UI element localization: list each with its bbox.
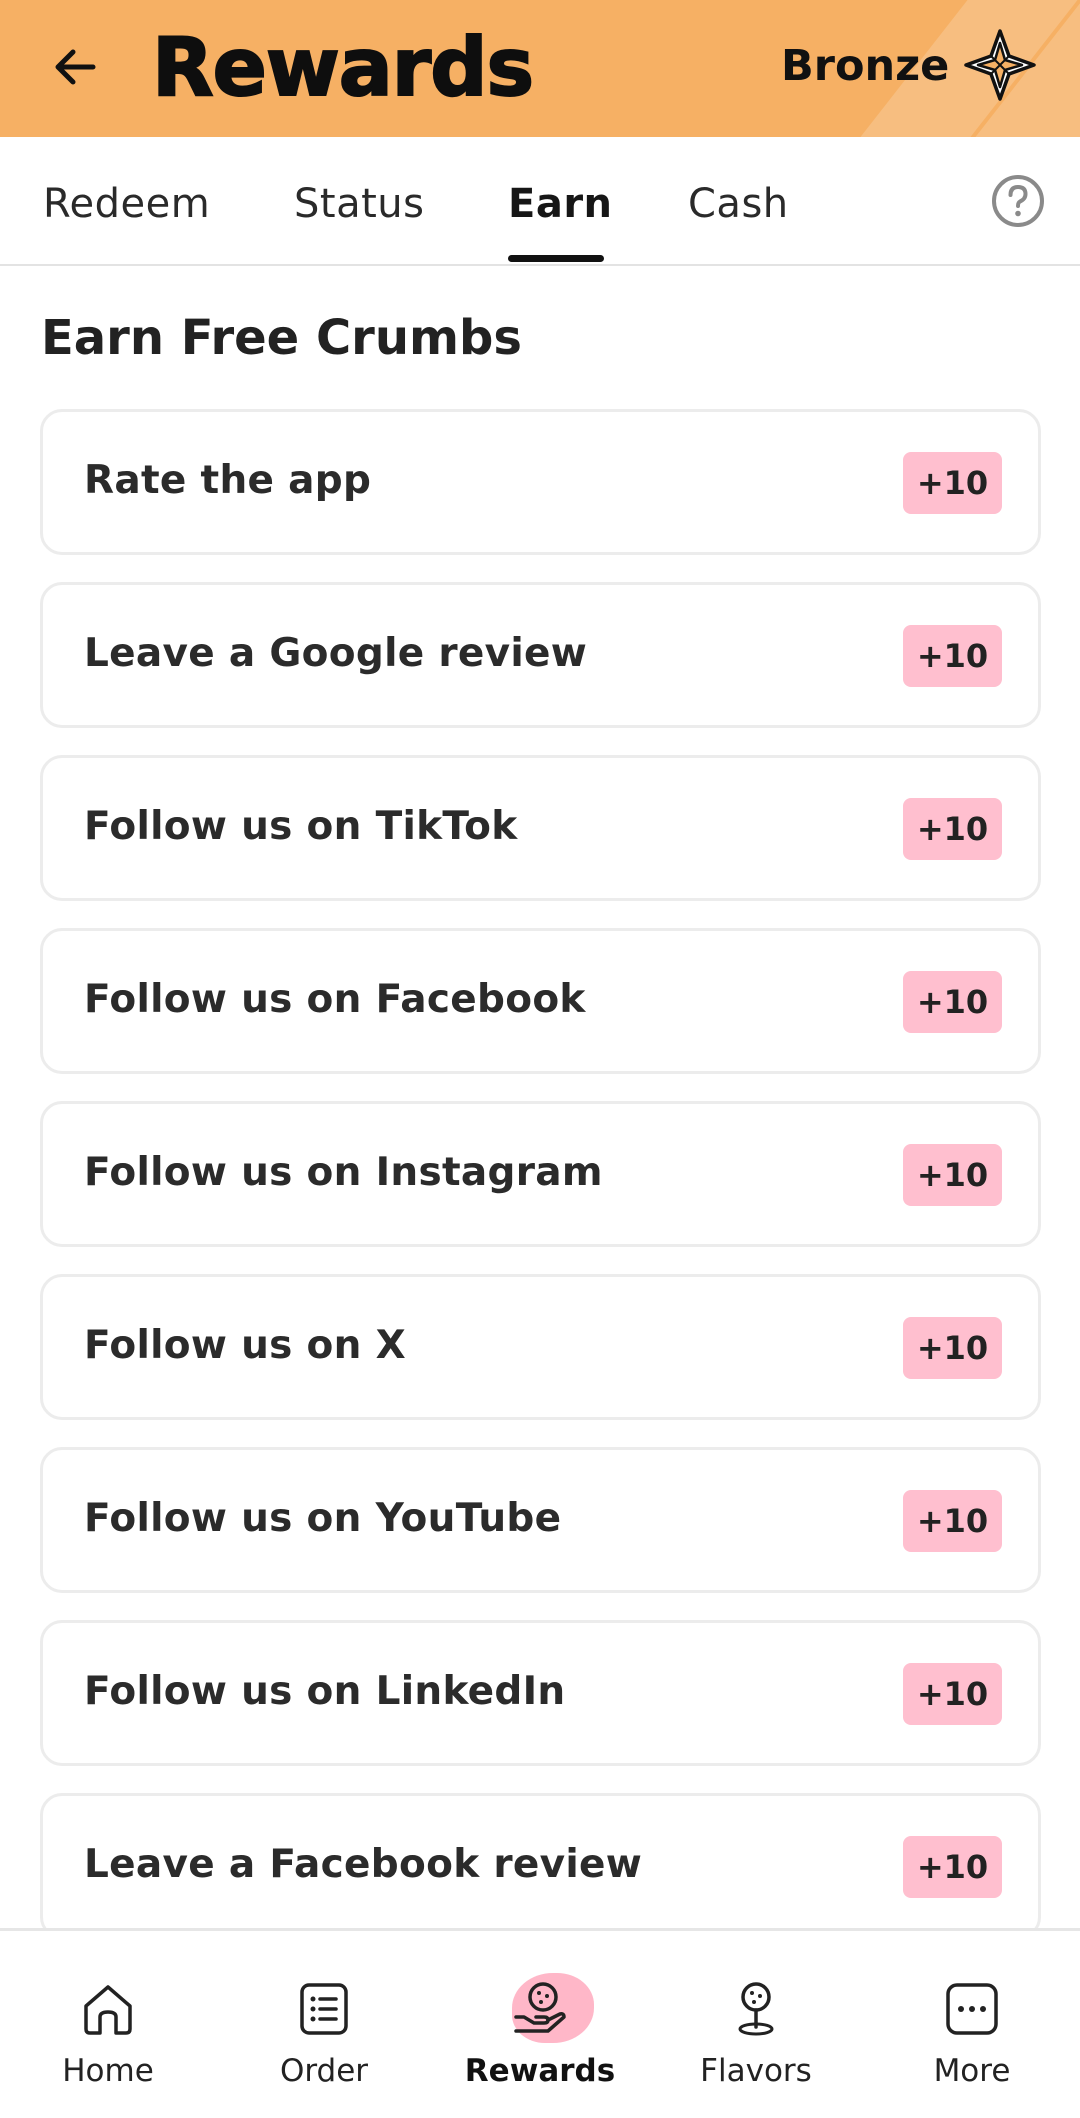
points-badge: +10 [903, 1490, 1002, 1552]
nav-flavors[interactable]: Flavors [648, 1931, 864, 2118]
question-circle-icon[interactable] [990, 173, 1046, 229]
tab-cash[interactable]: Cash [688, 181, 789, 227]
earn-item-label: Follow us on TikTok [84, 804, 518, 849]
earn-item-instagram[interactable]: Follow us on Instagram +10 [40, 1101, 1041, 1247]
points-badge: +10 [903, 452, 1002, 514]
earn-item-label: Rate the app [84, 458, 372, 503]
back-button[interactable] [44, 36, 106, 98]
nav-label: Order [279, 2053, 369, 2089]
nav-more[interactable]: More [864, 1931, 1080, 2118]
nav-order[interactable]: Order [216, 1931, 432, 2118]
tab-bar: Redeem Status Earn Cash [0, 137, 1080, 266]
earn-item-label: Follow us on Instagram [84, 1150, 603, 1195]
nav-home[interactable]: Home [0, 1931, 216, 2118]
home-icon [84, 1985, 132, 2035]
tab-status[interactable]: Status [294, 181, 424, 227]
nav-label: Rewards [464, 2053, 616, 2089]
tab-redeem[interactable]: Redeem [43, 181, 210, 227]
points-badge: +10 [903, 971, 1002, 1033]
tier-label[interactable]: Bronze [781, 36, 949, 96]
list-icon [300, 1983, 348, 2035]
earn-item-label: Follow us on YouTube [84, 1496, 562, 1541]
active-tab-indicator [508, 255, 604, 262]
cookie-pin-icon [738, 1982, 774, 2036]
section-title: Earn Free Crumbs [41, 310, 522, 366]
app-header: Rewards Bronze [0, 0, 1080, 137]
page-title: Rewards [151, 21, 535, 115]
tab-earn[interactable]: Earn [508, 181, 613, 227]
points-badge: +10 [903, 798, 1002, 860]
earn-item-label: Follow us on X [84, 1323, 406, 1368]
points-badge: +10 [903, 1836, 1002, 1898]
nav-rewards[interactable]: Rewards [432, 1931, 648, 2118]
nav-label: Flavors [700, 2053, 812, 2089]
earn-item-label: Leave a Facebook review [84, 1842, 643, 1887]
nav-label: Home [62, 2053, 154, 2089]
earn-item-facebook-review[interactable]: Leave a Facebook review +10 [40, 1793, 1041, 1939]
earn-item-youtube[interactable]: Follow us on YouTube +10 [40, 1447, 1041, 1593]
earn-item-linkedin[interactable]: Follow us on LinkedIn +10 [40, 1620, 1041, 1766]
cookie-hand-icon [514, 1982, 566, 2033]
bottom-nav: Home Order Rewards Flavors More [0, 1928, 1080, 2118]
sparkle-star-icon[interactable] [962, 27, 1038, 103]
nav-label: More [933, 2053, 1011, 2089]
earn-item-label: Leave a Google review [84, 631, 588, 676]
more-dots-icon [946, 1983, 998, 2035]
earn-item-x[interactable]: Follow us on X +10 [40, 1274, 1041, 1420]
points-badge: +10 [903, 1317, 1002, 1379]
earn-item-label: Follow us on Facebook [84, 977, 586, 1022]
points-badge: +10 [903, 625, 1002, 687]
earn-item-rate-app[interactable]: Rate the app +10 [40, 409, 1041, 555]
earn-item-label: Follow us on LinkedIn [84, 1669, 566, 1714]
earn-item-google-review[interactable]: Leave a Google review +10 [40, 582, 1041, 728]
arrow-left-icon [55, 49, 96, 85]
earn-item-tiktok[interactable]: Follow us on TikTok +10 [40, 755, 1041, 901]
points-badge: +10 [903, 1144, 1002, 1206]
points-badge: +10 [903, 1663, 1002, 1725]
earn-item-facebook[interactable]: Follow us on Facebook +10 [40, 928, 1041, 1074]
